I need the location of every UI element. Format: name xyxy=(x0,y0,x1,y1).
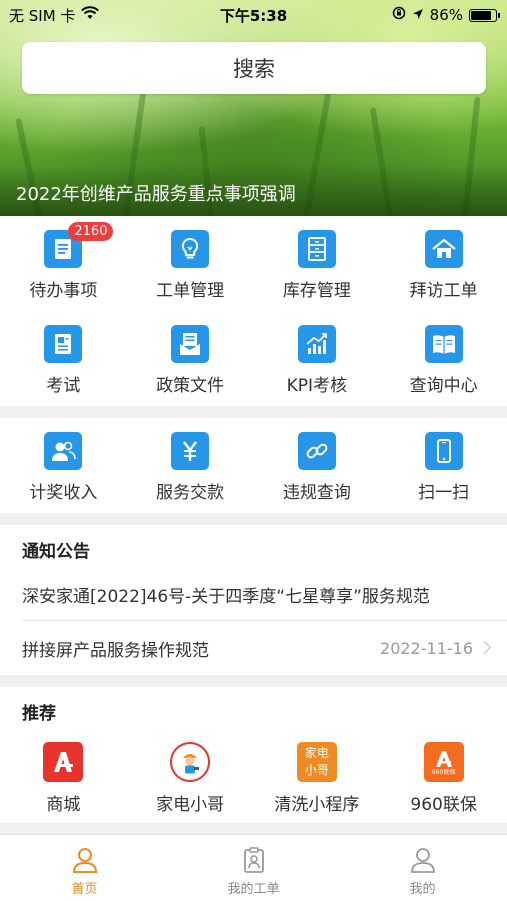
yuan-icon xyxy=(171,432,210,470)
tab-my-orders[interactable]: 我的工单 xyxy=(169,835,338,901)
grid-item-label: 扫一扫 xyxy=(418,483,470,503)
grid-item-label: 工单管理 xyxy=(156,281,225,301)
todo-badge: 2160 xyxy=(68,222,114,241)
chevron-right-icon xyxy=(478,641,491,654)
battery-icon xyxy=(469,8,500,22)
grid-item-exam[interactable]: 考试 xyxy=(0,311,127,401)
policy-doc-icon xyxy=(171,325,210,363)
grid-item-label: 拜访工单 xyxy=(409,281,478,301)
notice-item[interactable]: 拼接屏产品服务操作规范 2022-11-16 xyxy=(22,626,507,670)
cleaning-logo-icon: 家电小哥 xyxy=(296,742,337,782)
tab-label: 首页 xyxy=(71,882,98,897)
tab-profile[interactable]: 我的 xyxy=(338,835,507,901)
grid-item-label: 违规查询 xyxy=(282,483,351,503)
link-icon xyxy=(297,432,336,470)
repairman-icon xyxy=(170,742,211,782)
grid-item-label: 待办事项 xyxy=(29,281,98,301)
house-icon xyxy=(424,230,463,268)
mall-logo-icon xyxy=(43,742,84,782)
grid-item-visit[interactable]: 拜访工单 xyxy=(380,216,507,306)
tab-bar: 首页 我的工单 我的 xyxy=(0,834,507,901)
cabinet-icon xyxy=(297,230,336,268)
home-person-icon xyxy=(72,848,97,873)
exam-paper-icon xyxy=(44,325,83,363)
recommend-item-warranty[interactable]: 960联保 960联保 xyxy=(380,732,507,822)
status-bar: 无 SIM 卡 下午5:38 86% xyxy=(0,0,507,30)
wifi-icon xyxy=(81,6,100,24)
profile-icon xyxy=(410,848,435,873)
orientation-lock-icon xyxy=(392,6,406,24)
grid-item-label: 查询中心 xyxy=(409,376,478,396)
clipboard-person-icon xyxy=(243,847,264,873)
tab-label: 我的工单 xyxy=(227,882,280,897)
tab-home[interactable]: 首页 xyxy=(0,835,169,901)
grid-item-todo[interactable]: 2160 待办事项 xyxy=(0,216,127,306)
banner-caption: 2022年创维产品服务重点事项强调 xyxy=(0,164,507,216)
grid-item-service-payment[interactable]: 服务交款 xyxy=(127,418,254,508)
divider xyxy=(22,620,507,621)
recommend-item-mall[interactable]: 商城 xyxy=(0,732,127,822)
notice-item[interactable]: 深安家通[2022]46号-关于四季度“七星尊享”服务规范 xyxy=(22,572,507,616)
recommend-item-repairman[interactable]: 家电小哥 xyxy=(127,732,254,822)
recommend-card: 推荐 商城 家电小哥 家电小哥 清洗小程序 960联保 960联保 xyxy=(0,687,507,823)
grid-item-scan[interactable]: 扫一扫 xyxy=(380,418,507,508)
grid-item-violation-query[interactable]: 违规查询 xyxy=(254,418,381,508)
location-icon xyxy=(412,6,424,24)
main-function-card: 2160 待办事项 工单管理 库存管理 拜访工单 考试 政策文件 KPI考核 查… xyxy=(0,216,507,406)
search-input[interactable]: 搜索 xyxy=(22,42,486,94)
carrier-label: 无 SIM 卡 xyxy=(9,6,76,25)
notice-item-text: 深安家通[2022]46号-关于四季度“七星尊享”服务规范 xyxy=(22,586,430,607)
recommend-item-cleaning[interactable]: 家电小哥 清洗小程序 xyxy=(254,732,381,822)
lightbulb-icon xyxy=(171,230,210,268)
notice-item-text: 拼接屏产品服务操作规范 xyxy=(22,640,209,661)
grid-item-label: 服务交款 xyxy=(156,483,225,503)
grid-item-kpi[interactable]: KPI考核 xyxy=(254,311,381,401)
recommend-item-label: 清洗小程序 xyxy=(274,795,360,815)
grid-item-query-center[interactable]: 查询中心 xyxy=(380,311,507,401)
notice-card: 通知公告 深安家通[2022]46号-关于四季度“七星尊享”服务规范 拼接屏产品… xyxy=(0,525,507,675)
search-label: 搜索 xyxy=(233,57,275,81)
grid-item-label: KPI考核 xyxy=(286,376,348,396)
banner-caption-text: 2022年创维产品服务重点事项强调 xyxy=(16,184,296,205)
notice-date: 2022-11-16 xyxy=(380,638,473,658)
people-icon xyxy=(44,432,83,470)
kpi-chart-icon xyxy=(297,325,336,363)
grid-item-label: 政策文件 xyxy=(156,376,225,396)
battery-percent: 86% xyxy=(429,6,463,24)
recommend-item-label: 商城 xyxy=(46,795,81,815)
todo-list-icon: 2160 xyxy=(44,222,114,268)
grid-item-label: 计奖收入 xyxy=(29,483,98,503)
grid-item-work-order[interactable]: 工单管理 xyxy=(127,216,254,306)
phone-scan-icon xyxy=(424,432,463,470)
warranty-logo-icon: 960联保 xyxy=(423,742,464,782)
cleaning-logo-text: 家电小哥 xyxy=(304,746,329,777)
recommend-item-label: 960联保 xyxy=(410,795,477,815)
book-icon xyxy=(424,325,463,363)
banner[interactable]: 搜索 2022年创维产品服务重点事项强调 xyxy=(0,0,507,216)
notice-title: 通知公告 xyxy=(22,542,90,562)
warranty-logo-text: 960联保 xyxy=(431,768,456,776)
tab-label: 我的 xyxy=(409,882,436,897)
grid-item-policy[interactable]: 政策文件 xyxy=(127,311,254,401)
grid-item-label: 考试 xyxy=(46,376,81,396)
grid-item-bonus-income[interactable]: 计奖收入 xyxy=(0,418,127,508)
secondary-function-card: 计奖收入 服务交款 违规查询 扫一扫 xyxy=(0,418,507,513)
recommend-title: 推荐 xyxy=(22,704,56,724)
recommend-item-label: 家电小哥 xyxy=(156,795,225,815)
grid-item-label: 库存管理 xyxy=(282,281,351,301)
grid-item-inventory[interactable]: 库存管理 xyxy=(254,216,381,306)
